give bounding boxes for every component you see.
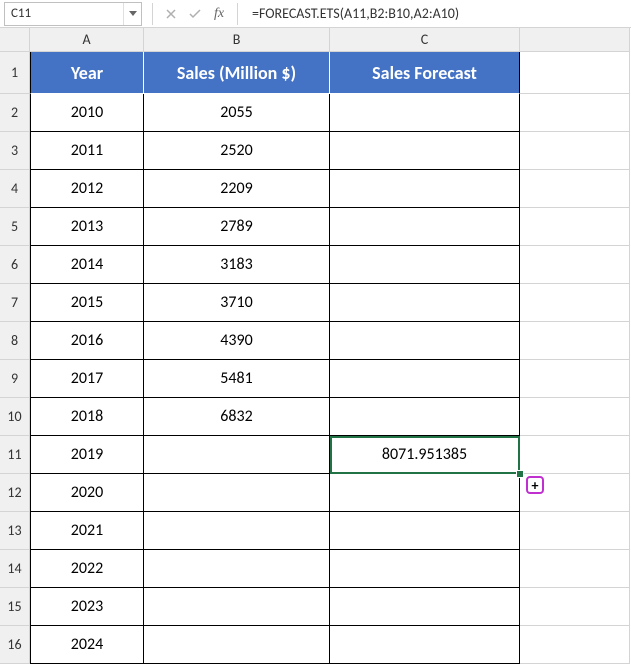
divider: [152, 3, 153, 25]
cell-sales[interactable]: 5481: [144, 360, 330, 398]
cell-forecast[interactable]: [330, 360, 520, 398]
cell-year[interactable]: 2016: [30, 322, 144, 360]
cell-year[interactable]: 2023: [30, 588, 144, 626]
cell-sales[interactable]: [144, 474, 330, 512]
name-box-value: C11: [5, 6, 123, 21]
cell-forecast[interactable]: [330, 322, 520, 360]
cell-empty[interactable]: [520, 550, 630, 588]
cell-empty[interactable]: [520, 626, 630, 664]
cell-forecast[interactable]: [330, 474, 520, 512]
cell-sales[interactable]: 4390: [144, 322, 330, 360]
cell-sales[interactable]: [144, 588, 330, 626]
row-header[interactable]: 7: [0, 284, 30, 322]
row-header[interactable]: 13: [0, 512, 30, 550]
row-header[interactable]: 2: [0, 94, 30, 132]
cell-empty[interactable]: [520, 512, 630, 550]
enter-button[interactable]: [183, 2, 207, 26]
cell-sales[interactable]: [144, 512, 330, 550]
row-header[interactable]: 14: [0, 550, 30, 588]
row-header[interactable]: 10: [0, 398, 30, 436]
cell-sales[interactable]: 6832: [144, 398, 330, 436]
cell-year[interactable]: 2012: [30, 170, 144, 208]
header-forecast[interactable]: Sales Forecast: [330, 52, 520, 94]
cell-sales[interactable]: [144, 436, 330, 474]
cell-forecast[interactable]: [330, 132, 520, 170]
cell-year[interactable]: 2021: [30, 512, 144, 550]
cell-year[interactable]: 2022: [30, 550, 144, 588]
formula-bar: C11 fx =FORECAST.ETS(A11,B2:B10,A2:A10): [0, 0, 631, 28]
cell-forecast[interactable]: [330, 550, 520, 588]
row-header[interactable]: 3: [0, 132, 30, 170]
cell-forecast[interactable]: [330, 94, 520, 132]
cell-sales[interactable]: 2209: [144, 170, 330, 208]
cell-empty[interactable]: [520, 208, 630, 246]
cancel-button[interactable]: [159, 2, 183, 26]
cell-year[interactable]: 2010: [30, 94, 144, 132]
cell-forecast[interactable]: 8071.951385: [330, 436, 520, 474]
cell-year[interactable]: 2017: [30, 360, 144, 398]
row-header[interactable]: 9: [0, 360, 30, 398]
cell-year[interactable]: 2020: [30, 474, 144, 512]
insert-function-button[interactable]: fx: [207, 2, 231, 26]
divider: [237, 3, 238, 25]
cell-sales[interactable]: 2789: [144, 208, 330, 246]
cell-forecast[interactable]: [330, 398, 520, 436]
header-year[interactable]: Year: [30, 52, 144, 94]
cell-empty[interactable]: [520, 284, 630, 322]
col-header-rest[interactable]: [520, 28, 630, 52]
cell-year[interactable]: 2018: [30, 398, 144, 436]
cell-sales[interactable]: 2055: [144, 94, 330, 132]
cell-forecast[interactable]: [330, 246, 520, 284]
cell-sales[interactable]: 3710: [144, 284, 330, 322]
cell-empty[interactable]: [520, 322, 630, 360]
row-header[interactable]: 5: [0, 208, 30, 246]
cell-sales[interactable]: 3183: [144, 246, 330, 284]
col-header-b[interactable]: B: [144, 28, 330, 52]
name-box[interactable]: C11: [4, 2, 142, 26]
cell-sales[interactable]: [144, 550, 330, 588]
cell-empty[interactable]: [520, 52, 630, 94]
row-header[interactable]: 16: [0, 626, 30, 664]
fill-handle[interactable]: [516, 470, 524, 478]
cell-sales[interactable]: [144, 626, 330, 664]
cell-empty[interactable]: [520, 246, 630, 284]
select-all-corner[interactable]: [0, 28, 30, 52]
cell-sales[interactable]: 2520: [144, 132, 330, 170]
cell-year[interactable]: 2024: [30, 626, 144, 664]
cell-forecast[interactable]: [330, 626, 520, 664]
cell-empty[interactable]: [520, 474, 630, 512]
cell-year[interactable]: 2011: [30, 132, 144, 170]
cell-forecast[interactable]: [330, 170, 520, 208]
row-header[interactable]: 15: [0, 588, 30, 626]
cell-forecast[interactable]: [330, 208, 520, 246]
row-header[interactable]: 8: [0, 322, 30, 360]
cell-empty[interactable]: [520, 94, 630, 132]
cell-forecast[interactable]: [330, 588, 520, 626]
col-header-c[interactable]: C: [330, 28, 520, 52]
name-box-dropdown-icon[interactable]: [123, 3, 141, 25]
cell-empty[interactable]: [520, 360, 630, 398]
cell-empty[interactable]: [520, 588, 630, 626]
row-header[interactable]: 6: [0, 246, 30, 284]
col-header-a[interactable]: A: [30, 28, 144, 52]
cell-year[interactable]: 2019: [30, 436, 144, 474]
row-header-1[interactable]: 1: [0, 52, 30, 94]
row-header[interactable]: 11: [0, 436, 30, 474]
cell-forecast[interactable]: [330, 512, 520, 550]
header-sales[interactable]: Sales (Million $): [144, 52, 330, 94]
cell-year[interactable]: 2015: [30, 284, 144, 322]
cell-empty[interactable]: [520, 436, 630, 474]
cell-year[interactable]: 2013: [30, 208, 144, 246]
formula-input[interactable]: =FORECAST.ETS(A11,B2:B10,A2:A10): [244, 0, 631, 27]
cell-forecast[interactable]: [330, 284, 520, 322]
cell-year[interactable]: 2014: [30, 246, 144, 284]
row-header[interactable]: 4: [0, 170, 30, 208]
cell-empty[interactable]: [520, 398, 630, 436]
cell-empty[interactable]: [520, 132, 630, 170]
cell-empty[interactable]: [520, 170, 630, 208]
row-header[interactable]: 12: [0, 474, 30, 512]
